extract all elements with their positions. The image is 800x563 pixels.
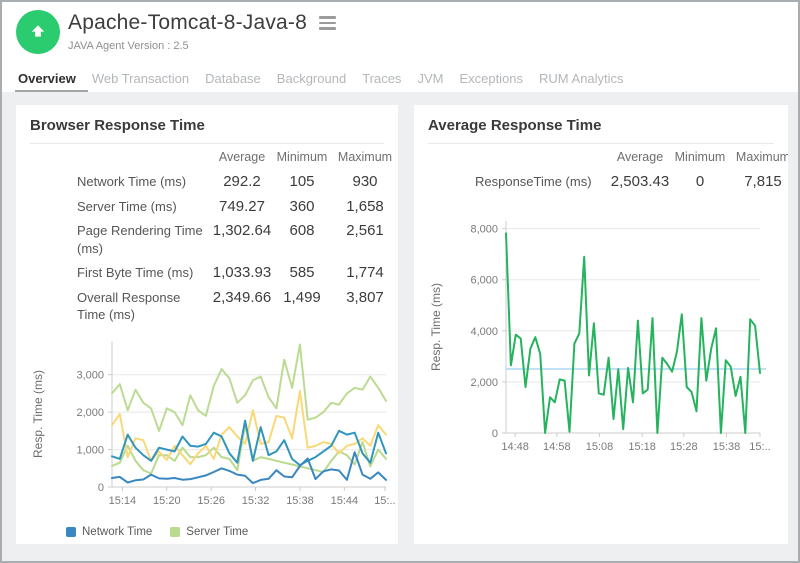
metric-average: 2,349.66 [210, 289, 274, 306]
svg-text:0: 0 [492, 428, 498, 440]
tab-rum-analytics[interactable]: RUM Analytics [539, 71, 624, 86]
svg-text:15:..: 15:.. [749, 441, 770, 453]
svg-text:15:26: 15:26 [197, 495, 225, 507]
metric-minimum: 0 [672, 173, 728, 190]
svg-text:Resp. Time (ms): Resp. Time (ms) [429, 283, 443, 371]
metric-minimum: 585 [274, 264, 330, 281]
tab-exceptions[interactable]: Exceptions [459, 71, 523, 86]
col-maximum: Maximum [728, 150, 788, 164]
divider [428, 143, 774, 144]
svg-text:14:48: 14:48 [501, 441, 529, 453]
svg-text:15:20: 15:20 [153, 495, 181, 507]
metric-average: 292.2 [210, 173, 274, 190]
divider [30, 143, 384, 144]
table-row: Page Rendering Time (ms) 1,302.64 608 2,… [30, 222, 398, 257]
svg-text:15:..: 15:.. [374, 495, 395, 507]
legend-item-network-time[interactable]: Network Time [66, 526, 152, 538]
page-title: Apache-Tomcat-8-Java-8 [68, 11, 307, 35]
metric-label: Page Rendering Time (ms) [30, 222, 210, 257]
svg-text:14:58: 14:58 [543, 441, 571, 453]
svg-text:15:38: 15:38 [713, 441, 741, 453]
svg-text:15:44: 15:44 [331, 495, 359, 507]
tab-jvm[interactable]: JVM [417, 71, 443, 86]
table-row: ResponseTime (ms) 2,503.43 0 7,815 [428, 173, 788, 191]
metric-average: 1,033.93 [210, 264, 274, 281]
app-header: Apache-Tomcat-8-Java-8 JAVA Agent Versio… [2, 2, 798, 64]
app-window: Apache-Tomcat-8-Java-8 JAVA Agent Versio… [0, 0, 800, 563]
svg-text:0: 0 [98, 482, 104, 494]
browser-response-chart-area: 0 1,000 2,000 3,000 15:14 15:20 15:26 15:32 15:3… [30, 331, 384, 522]
table-row: First Byte Time (ms) 1,033.93 585 1,774 [30, 264, 398, 282]
col-average: Average [210, 150, 274, 164]
svg-text:8,000: 8,000 [470, 223, 498, 235]
svg-text:15:18: 15:18 [628, 441, 656, 453]
svg-text:15:28: 15:28 [670, 441, 698, 453]
legend-swatch [170, 527, 180, 537]
tab-traces[interactable]: Traces [362, 71, 401, 86]
tab-web-transaction[interactable]: Web Transaction [92, 71, 189, 86]
table-header-row: Average Minimum Maximum [428, 150, 788, 164]
panel-title: Browser Response Time [30, 117, 384, 134]
legend-swatch [66, 527, 76, 537]
col-minimum: Minimum [274, 150, 330, 164]
average-response-chart-area: 0 2,000 4,000 6,000 8,000 14:48 14:58 15:08 15:1… [428, 205, 774, 472]
status-up-icon [16, 10, 60, 54]
table-row: Overall Response Time (ms) 2,349.66 1,49… [30, 289, 398, 324]
table-row: Network Time (ms) 292.2 105 930 [30, 173, 398, 191]
table-row: Server Time (ms) 749.27 360 1,658 [30, 198, 398, 216]
average-response-chart[interactable]: 0 2,000 4,000 6,000 8,000 14:48 14:58 15:08 15:1… [428, 205, 774, 467]
browser-response-chart[interactable]: 0 1,000 2,000 3,000 15:14 15:20 15:26 15:32 15:3… [30, 331, 398, 517]
col-average: Average [608, 150, 672, 164]
metric-minimum: 105 [274, 173, 330, 190]
dashboard-content: Browser Response Time Average Minimum Ma… [2, 92, 798, 561]
hamburger-menu-icon[interactable] [317, 14, 338, 32]
tab-bar: Overview Web Transaction Database Backgr… [2, 64, 798, 92]
svg-text:2,000: 2,000 [470, 376, 498, 388]
up-arrow-glyph [28, 22, 48, 42]
metric-maximum: 3,807 [330, 289, 398, 306]
metric-minimum: 608 [274, 222, 330, 239]
svg-text:1,000: 1,000 [76, 444, 104, 456]
metric-maximum: 1,774 [330, 264, 398, 281]
browser-response-time-panel: Browser Response Time Average Minimum Ma… [16, 105, 398, 544]
metric-minimum: 1,499 [274, 289, 330, 306]
metric-maximum: 930 [330, 173, 398, 190]
svg-text:2,000: 2,000 [76, 407, 104, 419]
metric-label: First Byte Time (ms) [30, 264, 210, 282]
svg-text:15:14: 15:14 [109, 495, 137, 507]
browser-response-table: Average Minimum Maximum Network Time (ms… [30, 150, 398, 324]
title-block: Apache-Tomcat-8-Java-8 JAVA Agent Versio… [68, 11, 338, 52]
metric-average: 2,503.43 [608, 173, 672, 190]
metric-label: ResponseTime (ms) [428, 173, 608, 191]
metric-label: Server Time (ms) [30, 198, 210, 216]
metric-maximum: 2,561 [330, 222, 398, 239]
col-minimum: Minimum [672, 150, 728, 164]
col-maximum: Maximum [330, 150, 398, 164]
metric-average: 1,302.64 [210, 222, 274, 239]
svg-text:Resp. Time (ms): Resp. Time (ms) [31, 370, 45, 458]
svg-text:15:08: 15:08 [586, 441, 614, 453]
average-response-table: Average Minimum Maximum ResponseTime (ms… [428, 150, 788, 191]
tab-background[interactable]: Background [277, 71, 346, 86]
panel-title: Average Response Time [428, 117, 774, 134]
metric-average: 749.27 [210, 198, 274, 215]
average-response-time-panel: Average Response Time Average Minimum Ma… [414, 105, 788, 544]
svg-text:15:38: 15:38 [286, 495, 314, 507]
agent-version-label: JAVA Agent Version : 2.5 [68, 40, 338, 52]
svg-text:15:32: 15:32 [242, 495, 270, 507]
svg-text:6,000: 6,000 [470, 274, 498, 286]
metric-minimum: 360 [274, 198, 330, 215]
metric-maximum: 7,815 [728, 173, 788, 190]
chart-legend: Network Time Server Time Page Rendering … [66, 526, 384, 544]
metric-label: Network Time (ms) [30, 173, 210, 191]
svg-text:3,000: 3,000 [76, 370, 104, 382]
legend-item-server-time[interactable]: Server Time [170, 526, 248, 538]
metric-maximum: 1,658 [330, 198, 398, 215]
svg-text:4,000: 4,000 [470, 325, 498, 337]
tab-database[interactable]: Database [205, 71, 261, 86]
metric-label: Overall Response Time (ms) [30, 289, 210, 324]
tab-overview[interactable]: Overview [18, 71, 76, 86]
table-header-row: Average Minimum Maximum [30, 150, 398, 164]
